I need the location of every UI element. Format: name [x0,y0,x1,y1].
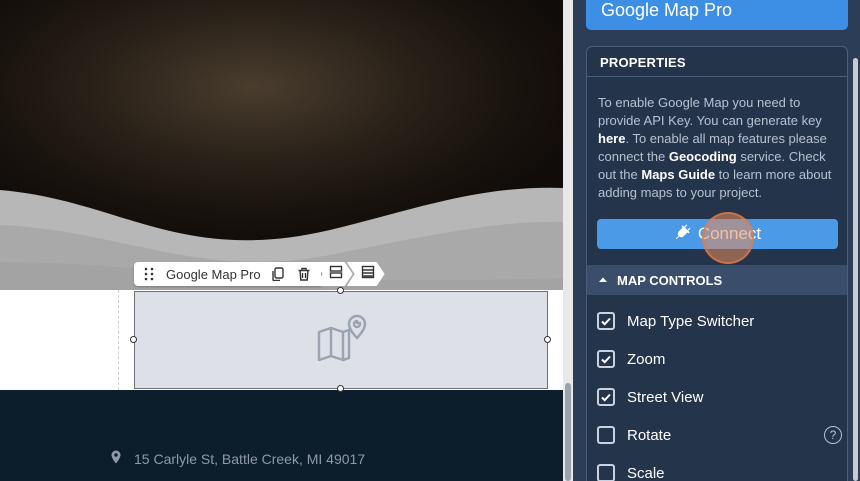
map-placeholder-icon [313,310,369,371]
properties-header: PROPERTIES [587,47,847,77]
resize-handle-right[interactable] [544,336,551,343]
checkbox-checked[interactable] [597,312,615,330]
connect-button[interactable]: Connect [597,219,838,249]
panel-scrollbar[interactable] [853,58,858,481]
api-key-description: To enable Google Map you need to provide… [587,77,847,202]
desc-text: To enable Google Map you need to provide… [598,95,822,128]
caret-up-icon [598,273,608,288]
option-label: Scale [627,464,665,481]
location-pin-icon [108,449,124,468]
option-label: Zoom [627,350,666,368]
section-layout-icon [361,265,375,284]
column-divider [118,290,119,390]
here-link[interactable]: here [598,131,625,146]
properties-group: PROPERTIES To enable Google Map you need… [586,46,848,481]
duplicate-icon[interactable] [269,265,287,283]
checkbox-unchecked[interactable] [597,426,615,444]
street-view-option[interactable]: Street View [597,385,842,409]
maps-guide-link[interactable]: Maps Guide [641,167,715,182]
editor-canvas: 15 Carlyle St, Battle Creek, MI 49017 Go… [0,0,565,481]
resize-handle-left[interactable] [130,336,137,343]
canvas-scrollbar-thumb[interactable] [565,383,571,481]
google-map-element[interactable] [134,291,548,389]
checkbox-unchecked[interactable] [597,464,615,481]
checkbox-checked[interactable] [597,350,615,368]
connect-label: Connect [697,224,762,243]
footer-section: 15 Carlyle St, Battle Creek, MI 49017 [0,390,565,481]
element-toolbar-main: Google Map Pro [134,262,321,286]
zoom-option[interactable]: Zoom [597,347,842,371]
map-type-switcher-option[interactable]: Map Type Switcher [597,309,842,333]
checkbox-checked[interactable] [597,388,615,406]
resize-handle-top[interactable] [337,287,344,294]
option-label: Map Type Switcher [627,312,755,330]
resize-handle-bottom[interactable] [337,385,344,392]
help-icon[interactable]: ? [824,426,842,444]
element-type-label[interactable]: Google Map Pro [166,267,261,282]
scale-option[interactable]: Scale [597,461,842,481]
row-layout-icon [329,265,343,284]
address-text: 15 Carlyle St, Battle Creek, MI 49017 [134,450,366,467]
canvas-scrollbar[interactable] [563,0,573,481]
properties-panel: Google Map Pro PROPERTIES To enable Goog… [573,0,860,481]
geocoding-link[interactable]: Geocoding [669,149,737,164]
hero-image [0,0,565,290]
drag-handle-icon[interactable] [140,265,158,283]
panel-title: Google Map Pro [586,0,848,30]
footer-address: 15 Carlyle St, Battle Creek, MI 49017 [108,449,365,468]
delete-icon[interactable] [295,265,313,283]
map-controls-header[interactable]: MAP CONTROLS [587,265,847,295]
map-controls-title: MAP CONTROLS [617,272,723,288]
element-toolbar: Google Map Pro [134,262,385,286]
rotate-option[interactable]: Rotate ? [597,423,842,447]
option-label: Street View [627,388,704,406]
plug-icon [674,223,692,246]
option-label: Rotate [627,426,672,444]
